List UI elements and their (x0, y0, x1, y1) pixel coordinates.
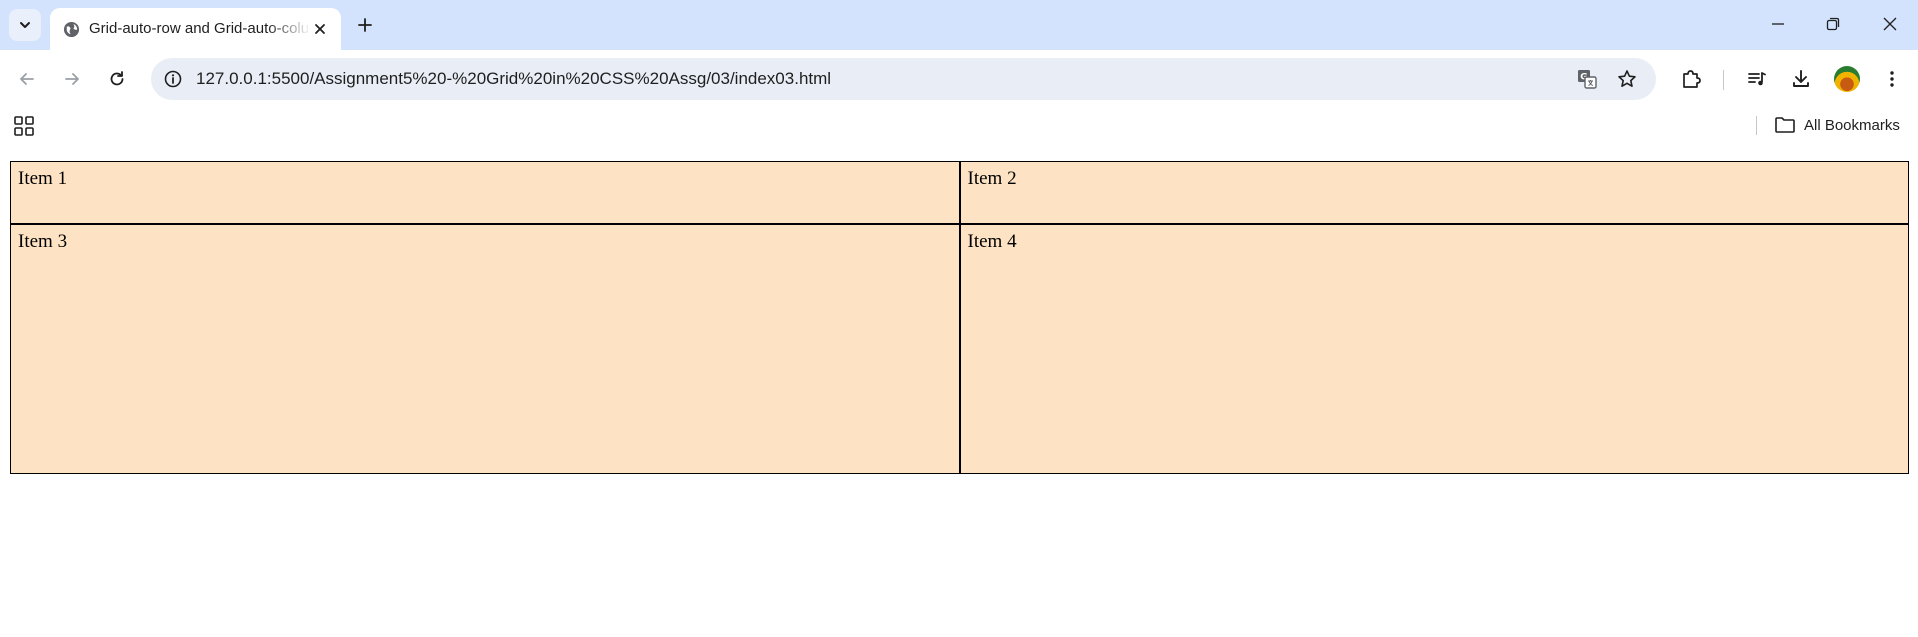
bookmarks-divider (1756, 116, 1757, 135)
download-icon (1793, 70, 1809, 87)
chevron-down-icon (20, 22, 30, 28)
grid-item-3: Item 3 (10, 224, 960, 474)
page-viewport: Item 1 Item 2 Item 3 Item 4 (0, 141, 1918, 637)
back-arrow-icon (20, 73, 34, 85)
translate-button[interactable]: G (1575, 67, 1599, 91)
tab-title: Grid-auto-row and Grid-auto-column (89, 20, 311, 37)
bookmark-star-button[interactable] (1615, 67, 1639, 91)
browser-menu-button[interactable] (1877, 64, 1907, 94)
site-info-button[interactable] (161, 67, 185, 91)
forward-button[interactable] (57, 64, 87, 94)
restore-button[interactable] (1815, 8, 1851, 40)
grid-item-2: Item 2 (959, 161, 1909, 224)
all-bookmarks-button[interactable]: All Bookmarks (1774, 109, 1900, 141)
reload-icon (110, 71, 124, 86)
profile-avatar[interactable] (1834, 66, 1860, 92)
bookmarks-bar: All Bookmarks (0, 109, 1918, 141)
url-text[interactable]: 127.0.0.1:5500/Assignment5%20-%20Grid%20… (196, 58, 831, 100)
tab-search-button[interactable] (9, 9, 41, 41)
media-queue-icon (1748, 72, 1766, 86)
restore-icon (1826, 17, 1840, 31)
browser-toolbar: 127.0.0.1:5500/Assignment5%20-%20Grid%20… (0, 50, 1918, 109)
downloads-button[interactable] (1786, 64, 1816, 94)
grid-item-1: Item 1 (10, 161, 960, 224)
grid-item-4: Item 4 (959, 224, 1909, 474)
all-bookmarks-label: All Bookmarks (1804, 116, 1900, 134)
star-icon (1618, 70, 1636, 87)
tab-strip: Grid-auto-row and Grid-auto-column (0, 0, 1918, 50)
reload-button[interactable] (102, 64, 132, 94)
tab-close-button[interactable] (310, 19, 330, 39)
new-tab-button[interactable] (352, 12, 378, 38)
close-icon (315, 24, 325, 34)
toolbar-divider (1723, 70, 1724, 90)
minimize-button[interactable] (1760, 8, 1796, 40)
puzzle-icon (1683, 70, 1701, 88)
close-icon (1883, 17, 1897, 31)
close-window-button[interactable] (1872, 8, 1908, 40)
minimize-icon (1772, 23, 1784, 25)
address-bar[interactable]: 127.0.0.1:5500/Assignment5%20-%20Grid%20… (151, 58, 1656, 100)
extensions-button[interactable] (1676, 64, 1706, 94)
translate-icon: G (1578, 70, 1597, 89)
back-button[interactable] (12, 64, 42, 94)
globe-icon (63, 21, 80, 38)
folder-icon (1775, 117, 1795, 133)
forward-arrow-icon (65, 73, 79, 85)
kebab-menu-icon (1890, 71, 1894, 87)
apps-grid-icon[interactable] (13, 115, 35, 137)
plus-icon (358, 18, 372, 32)
active-tab[interactable]: Grid-auto-row and Grid-auto-column (50, 8, 341, 50)
grid-container: Item 1 Item 2 Item 3 Item 4 (10, 161, 1909, 474)
media-controls-button[interactable] (1742, 64, 1772, 94)
info-icon (164, 70, 182, 88)
